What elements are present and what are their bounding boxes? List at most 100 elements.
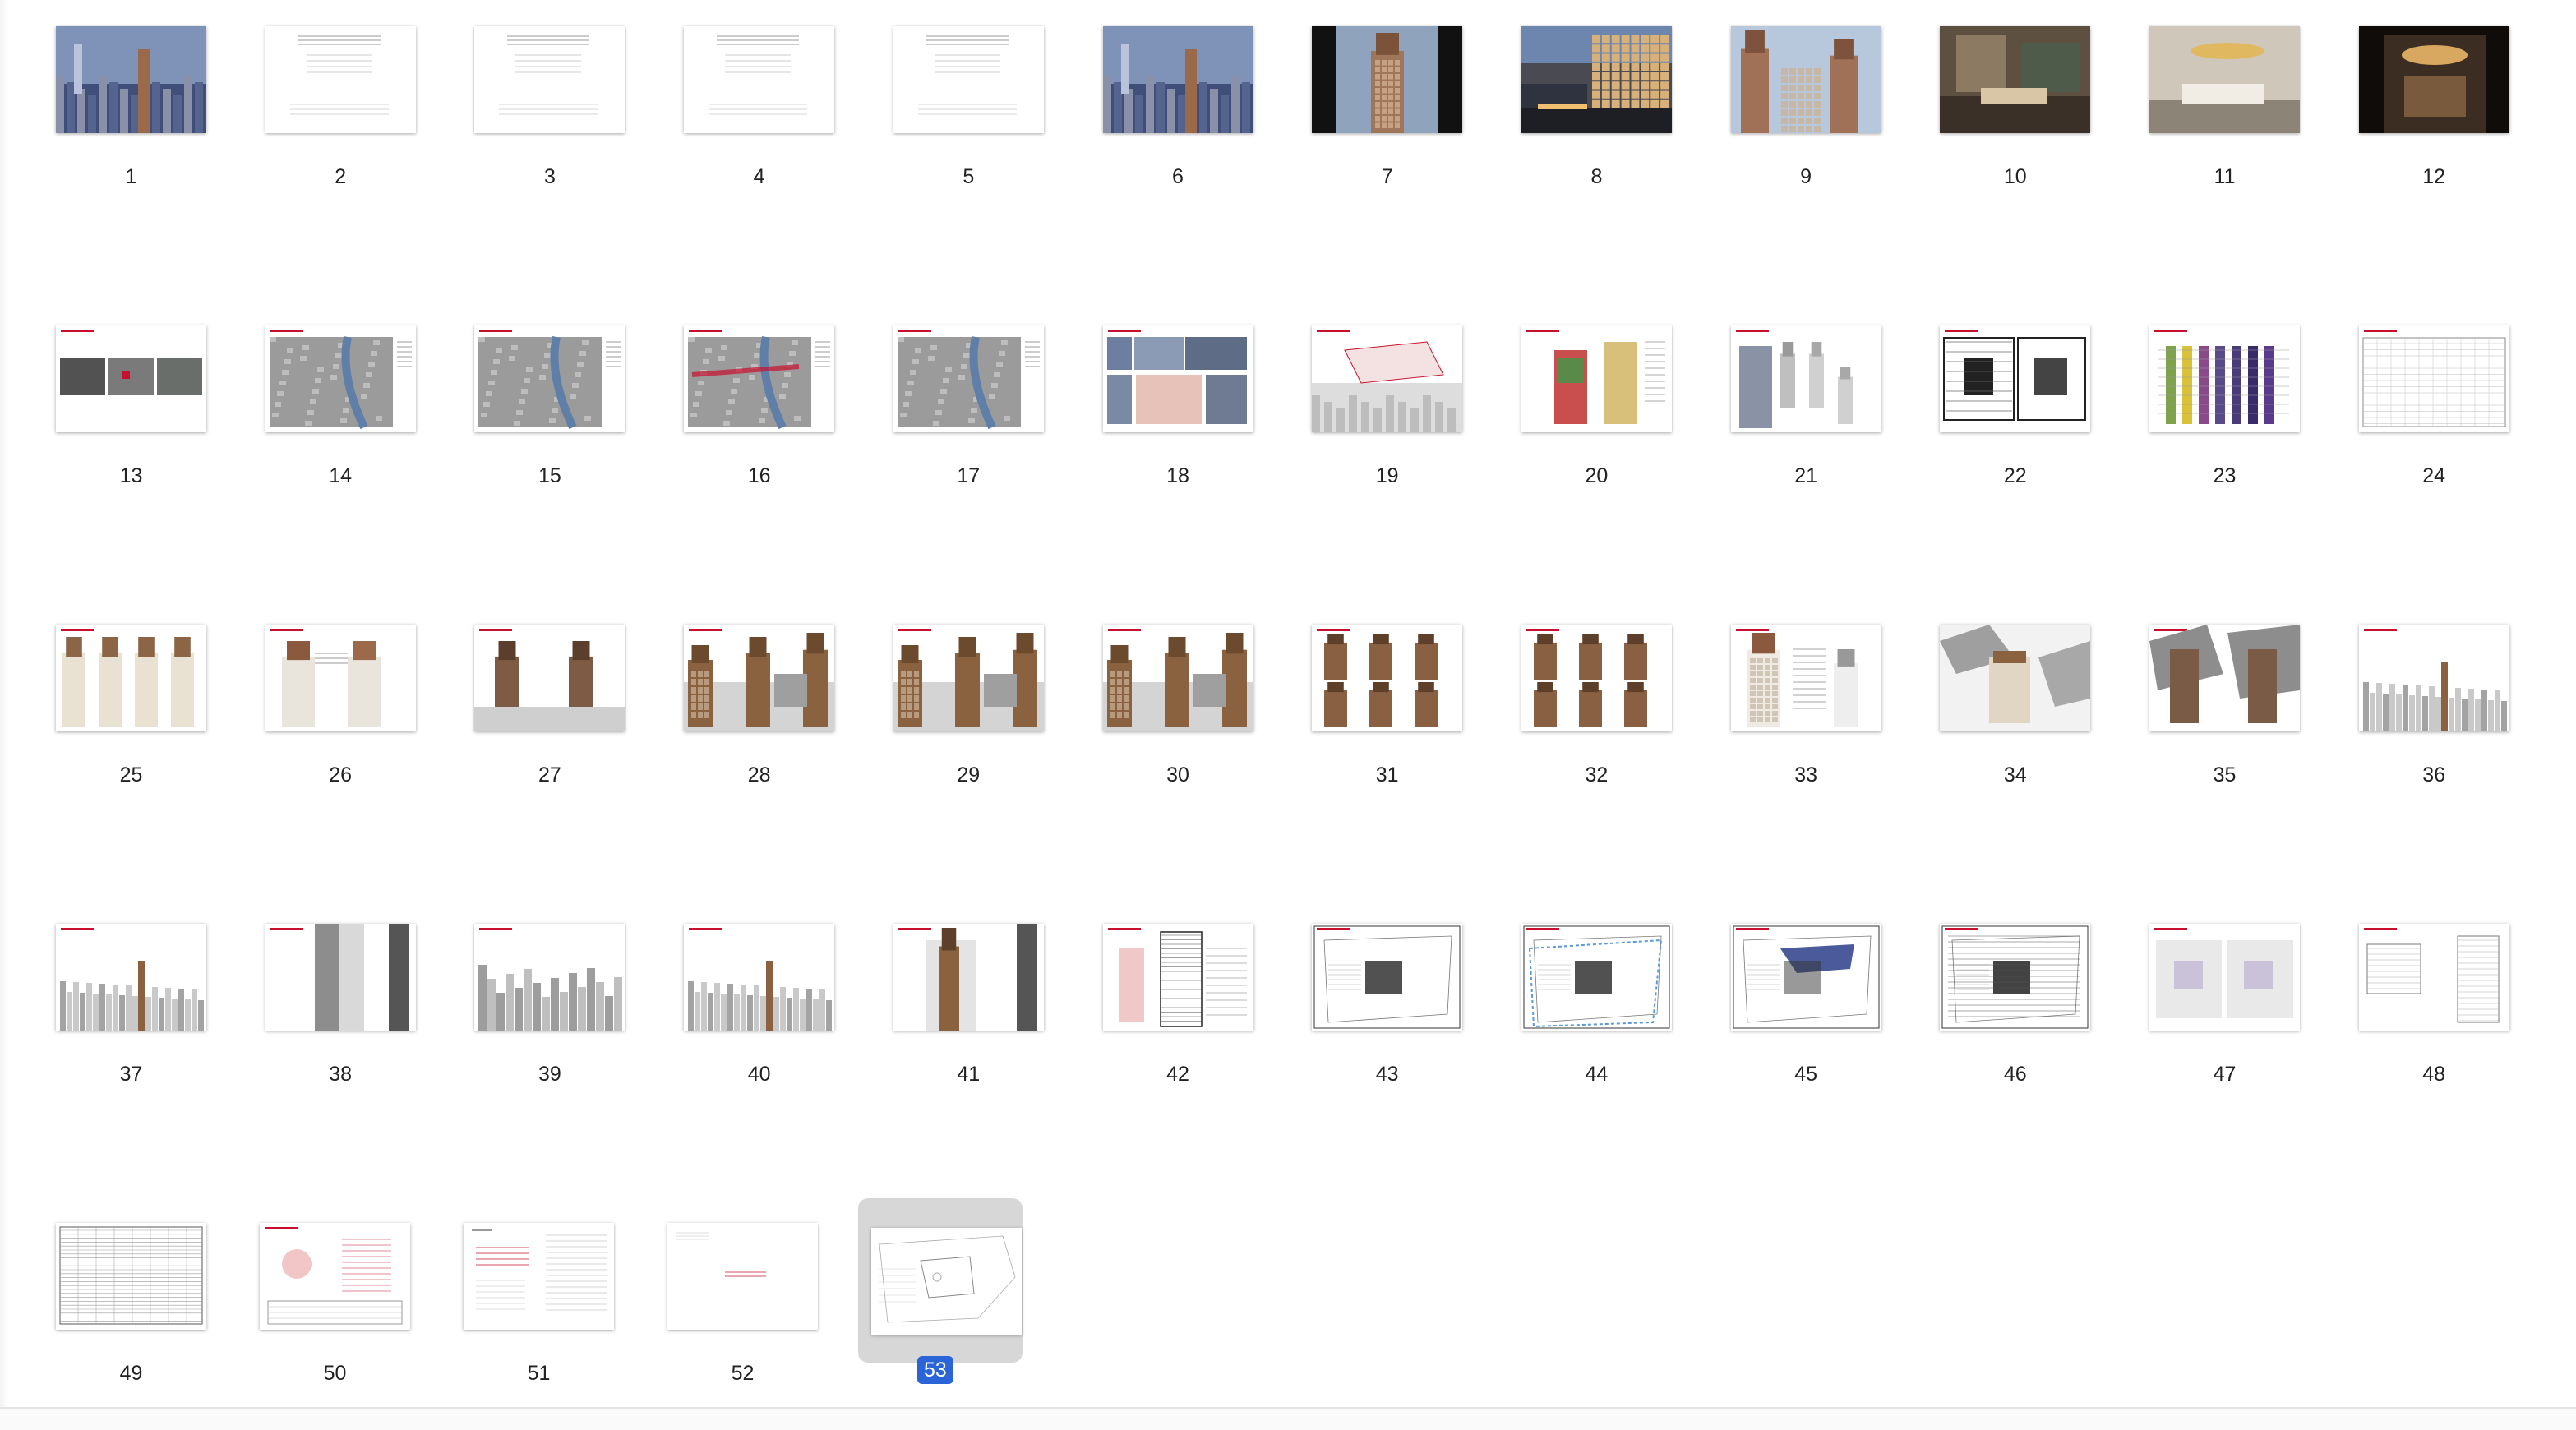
page-preview-image[interactable] [684, 325, 835, 432]
page-preview-image[interactable] [2149, 924, 2300, 1031]
page-preview-image[interactable] [871, 1228, 1022, 1335]
page-preview-image[interactable] [56, 1223, 206, 1330]
page-preview-image[interactable] [1940, 26, 2091, 133]
page-preview-image[interactable] [2358, 325, 2509, 432]
page-preview-image[interactable] [1102, 325, 1253, 432]
page-thumbnail[interactable]: 31 [1256, 600, 1466, 879]
page-preview-image[interactable] [1312, 625, 1463, 731]
page-thumbnail[interactable]: 3 [418, 2, 629, 281]
page-thumbnail[interactable]: 24 [2303, 301, 2514, 580]
page-thumbnail[interactable]: 45 [1675, 899, 1886, 1179]
page-thumbnail[interactable]: 37 [0, 899, 210, 1179]
page-thumbnail[interactable]: 18 [1047, 301, 1258, 580]
page-thumbnail[interactable]: 43 [1256, 899, 1466, 1179]
page-preview-image[interactable] [1102, 924, 1253, 1031]
page-preview-image[interactable] [265, 924, 416, 1031]
page-thumbnail[interactable]: 40 [628, 899, 838, 1179]
page-preview-image[interactable] [56, 924, 206, 1031]
page-preview-image[interactable] [1521, 26, 1672, 133]
page-thumbnail[interactable]: 20 [1466, 301, 1676, 580]
page-preview-image[interactable] [667, 1223, 818, 1330]
page-thumbnail[interactable]: 48 [2303, 899, 2514, 1179]
page-preview-image[interactable] [1730, 26, 1881, 133]
page-thumbnail[interactable]: 29 [838, 600, 1048, 879]
page-thumbnail[interactable]: 39 [418, 899, 629, 1179]
page-thumbnail[interactable]: 47 [2094, 899, 2304, 1179]
page-thumbnail[interactable]: 42 [1047, 899, 1258, 1179]
page-preview-image[interactable] [1102, 26, 1253, 133]
page-preview-image[interactable] [474, 625, 626, 731]
page-thumbnail[interactable]: 9 [1675, 2, 1886, 281]
page-preview-image[interactable] [1940, 924, 2091, 1031]
page-thumbnail[interactable]: 36 [2303, 600, 2514, 879]
page-thumbnail[interactable]: 38 [210, 899, 420, 1179]
page-thumbnail[interactable]: 49 [0, 1198, 210, 1430]
page-thumbnail[interactable]: 22 [1884, 301, 2094, 580]
page-thumbnail[interactable]: 16 [628, 301, 838, 580]
page-preview-image[interactable] [265, 26, 416, 133]
page-preview-image[interactable] [1521, 325, 1672, 432]
page-preview-image[interactable] [260, 1223, 410, 1330]
page-preview-image[interactable] [1102, 625, 1253, 731]
page-thumbnail[interactable]: 50 [204, 1198, 414, 1430]
page-preview-image[interactable] [893, 26, 1044, 133]
page-preview-image[interactable] [2358, 625, 2509, 731]
page-thumbnail[interactable]: 27 [418, 600, 629, 879]
page-preview-image[interactable] [1312, 26, 1463, 133]
page-thumbnail[interactable]: 2 [210, 2, 420, 281]
page-preview-image[interactable] [1730, 625, 1881, 731]
page-thumbnail[interactable]: 14 [210, 301, 420, 580]
page-preview-image[interactable] [1312, 924, 1463, 1031]
page-thumbnail[interactable]: 10 [1884, 2, 2094, 281]
page-thumbnail[interactable]: 30 [1047, 600, 1258, 879]
page-thumbnail[interactable]: 11 [2094, 2, 2304, 281]
page-thumbnail[interactable]: 34 [1884, 600, 2094, 879]
page-preview-image[interactable] [2149, 26, 2300, 133]
page-thumbnail[interactable]: 15 [418, 301, 629, 580]
page-thumbnail[interactable]: 19 [1256, 301, 1466, 580]
page-thumbnail[interactable]: 35 [2094, 600, 2304, 879]
page-preview-image[interactable] [464, 1223, 614, 1330]
page-thumbnail[interactable]: 32 [1466, 600, 1676, 879]
page-thumbnail[interactable]: 33 [1675, 600, 1886, 879]
page-preview-image[interactable] [684, 924, 835, 1031]
page-preview-image[interactable] [265, 325, 416, 432]
page-preview-image[interactable] [1730, 924, 1881, 1031]
page-thumbnail[interactable]: 28 [628, 600, 838, 879]
page-thumbnail[interactable]: 41 [838, 899, 1048, 1179]
page-preview-image[interactable] [2358, 924, 2509, 1031]
page-preview-image[interactable] [56, 325, 206, 432]
page-preview-image[interactable] [474, 26, 626, 133]
page-thumbnail[interactable]: 53 [815, 1198, 1026, 1430]
page-preview-image[interactable] [265, 625, 416, 731]
page-preview-image[interactable] [1521, 924, 1672, 1031]
page-thumbnail[interactable]: 6 [1047, 2, 1258, 281]
page-thumbnail[interactable]: 13 [0, 301, 210, 580]
page-preview-image[interactable] [893, 325, 1044, 432]
page-thumbnail[interactable]: 25 [0, 600, 210, 879]
page-thumbnail[interactable]: 23 [2094, 301, 2304, 580]
page-preview-image[interactable] [2358, 26, 2509, 133]
page-preview-image[interactable] [684, 26, 835, 133]
page-thumbnail[interactable]: 12 [2303, 2, 2514, 281]
page-preview-image[interactable] [1940, 625, 2091, 731]
page-thumbnail[interactable]: 52 [612, 1198, 822, 1430]
page-preview-image[interactable] [474, 924, 626, 1031]
page-thumbnail[interactable]: 26 [210, 600, 420, 879]
page-thumbnail[interactable]: 21 [1675, 301, 1886, 580]
page-thumbnail[interactable]: 44 [1466, 899, 1676, 1179]
page-preview-image[interactable] [1730, 325, 1881, 432]
page-preview-image[interactable] [1940, 325, 2091, 432]
page-preview-image[interactable] [2149, 325, 2300, 432]
page-preview-image[interactable] [893, 625, 1044, 731]
page-preview-image[interactable] [56, 625, 206, 731]
page-thumbnail[interactable]: 1 [0, 2, 210, 281]
page-preview-image[interactable] [56, 26, 206, 133]
page-preview-image[interactable] [474, 325, 626, 432]
page-preview-image[interactable] [1521, 625, 1672, 731]
page-thumbnail[interactable]: 5 [838, 2, 1048, 281]
page-thumbnail[interactable]: 8 [1466, 2, 1676, 281]
page-thumbnail[interactable]: 17 [838, 301, 1048, 580]
page-preview-image[interactable] [1312, 325, 1463, 432]
page-thumbnail[interactable]: 4 [628, 2, 838, 281]
